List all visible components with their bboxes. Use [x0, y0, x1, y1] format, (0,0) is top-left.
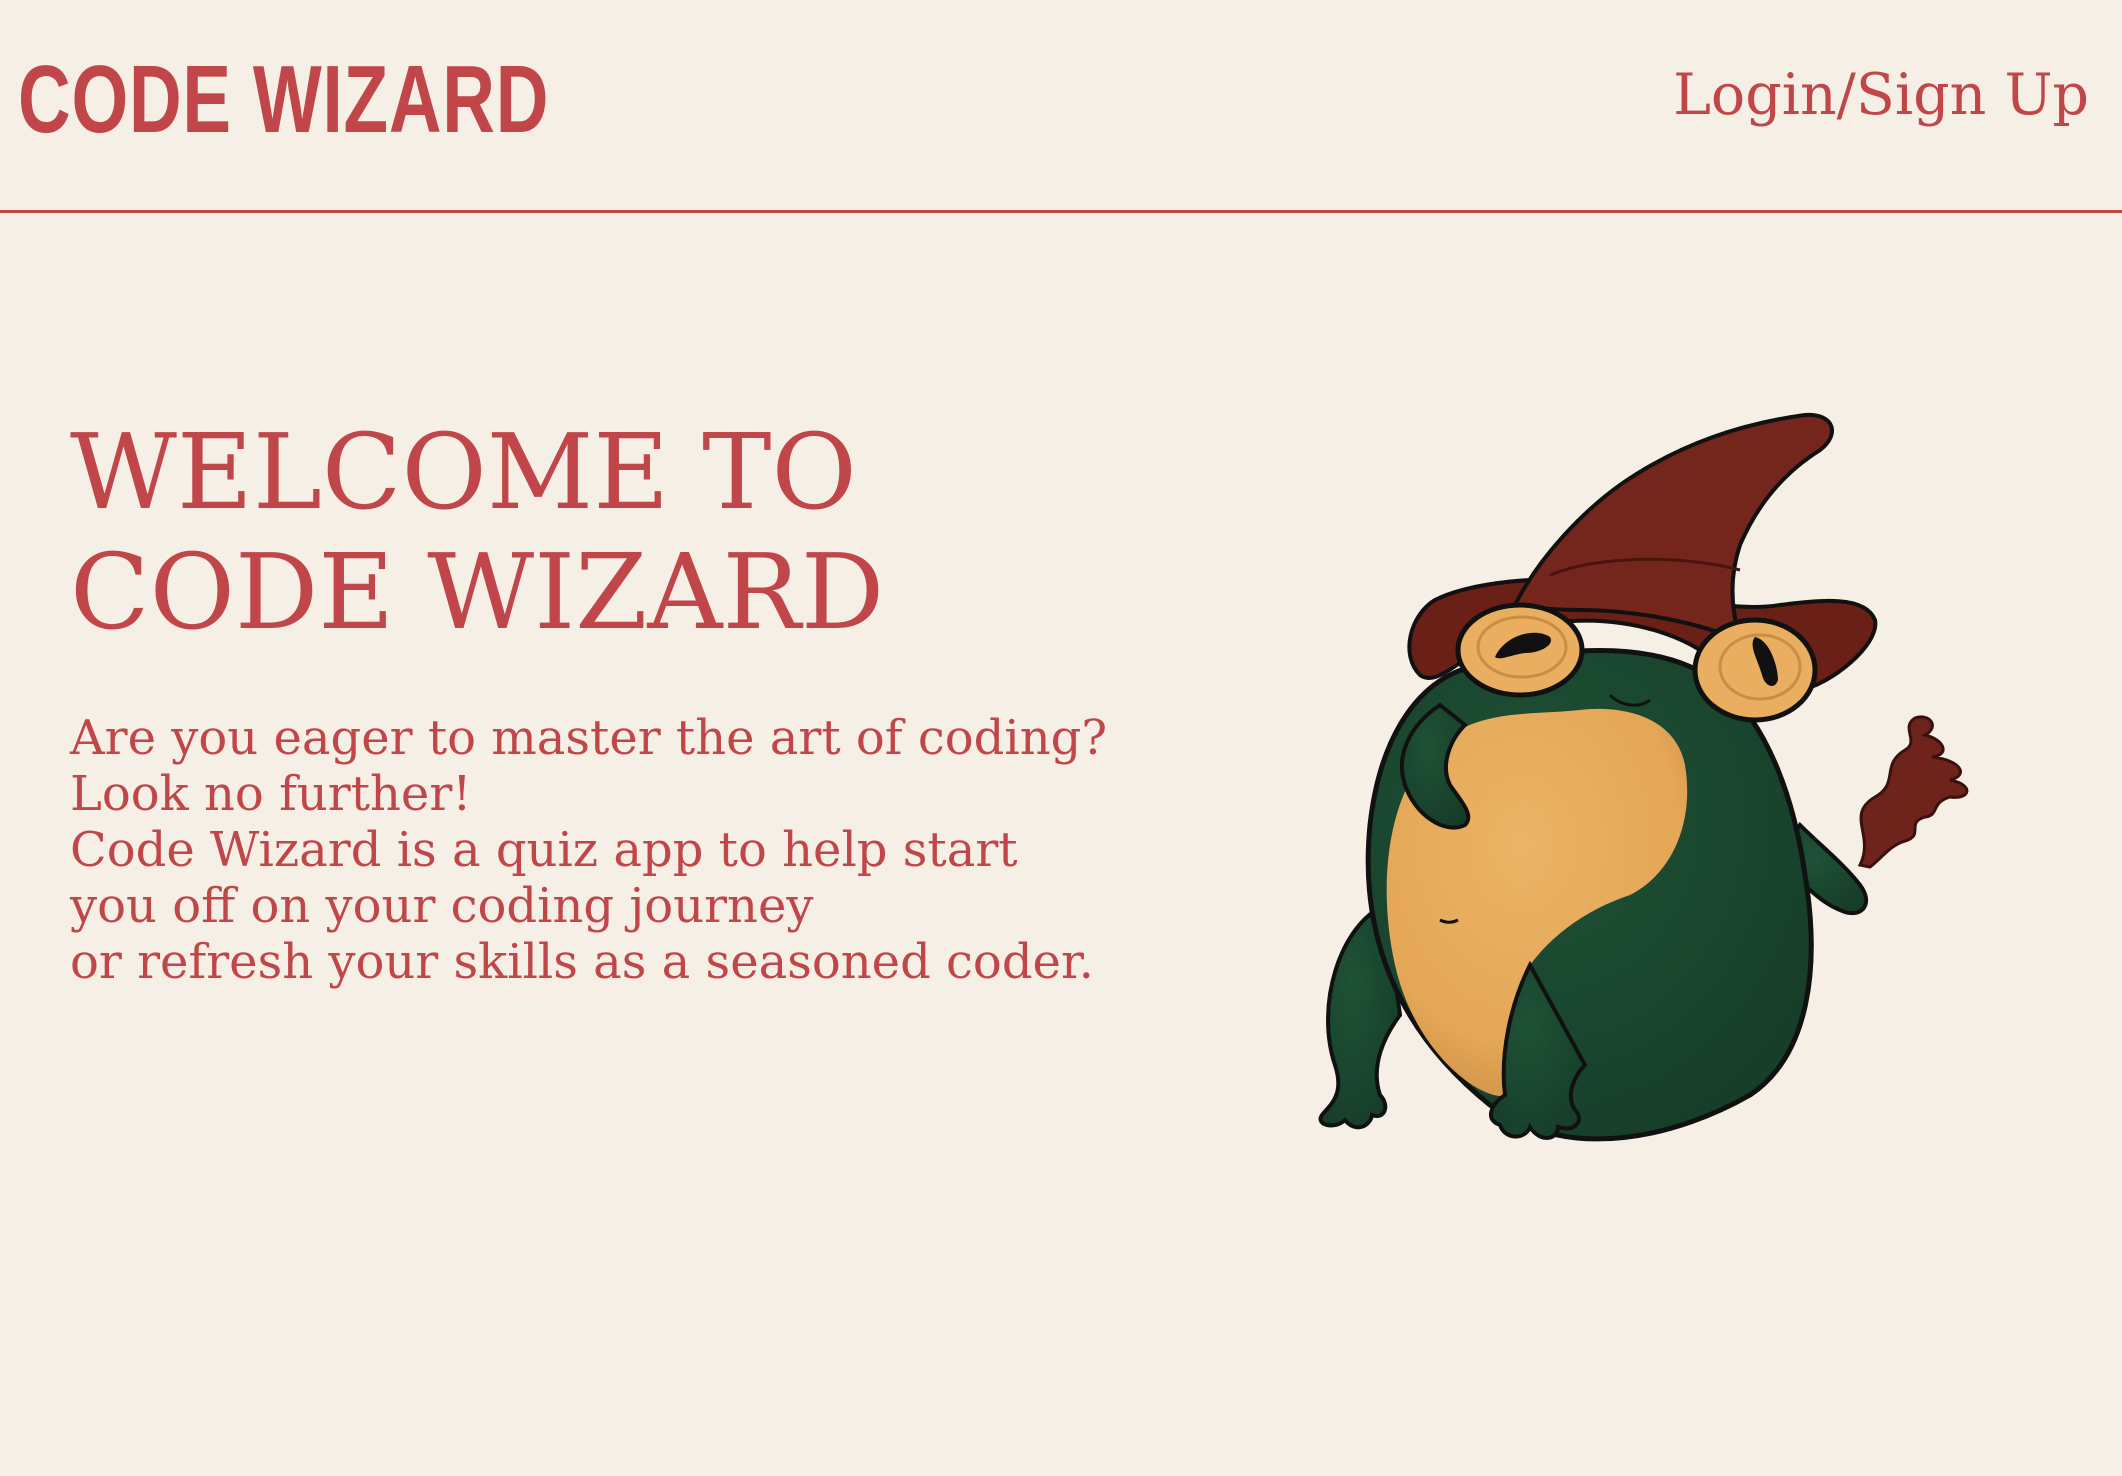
wizard-frog-illustration: [1318, 412, 1969, 1142]
frog-right-eye: [1692, 617, 1818, 723]
hero-description-line: Code Wizard is a quiz app to help start: [70, 822, 1018, 878]
hero-title-line: CODE WIZARD: [70, 531, 885, 653]
hero-title-line: WELCOME TO: [70, 411, 857, 533]
top-bar: CODE WIZARD Login/Sign Up: [0, 0, 2122, 213]
hero-description-line: you off on your coding journey: [70, 878, 814, 934]
login-signup-link[interactable]: Login/Sign Up: [1673, 64, 2089, 127]
wand: [1857, 715, 1969, 869]
hero-title: WELCOME TO CODE WIZARD: [70, 412, 884, 652]
frog-left-eye: [1455, 602, 1585, 698]
hero-description: Are you eager to master the art of codin…: [70, 710, 1107, 990]
hero-description-line: Look no further!: [70, 766, 472, 822]
hero-description-line: or refresh your skills as a seasoned cod…: [70, 934, 1094, 990]
hero-description-line: Are you eager to master the art of codin…: [70, 710, 1108, 766]
brand-logo[interactable]: CODE WIZARD: [18, 52, 549, 148]
